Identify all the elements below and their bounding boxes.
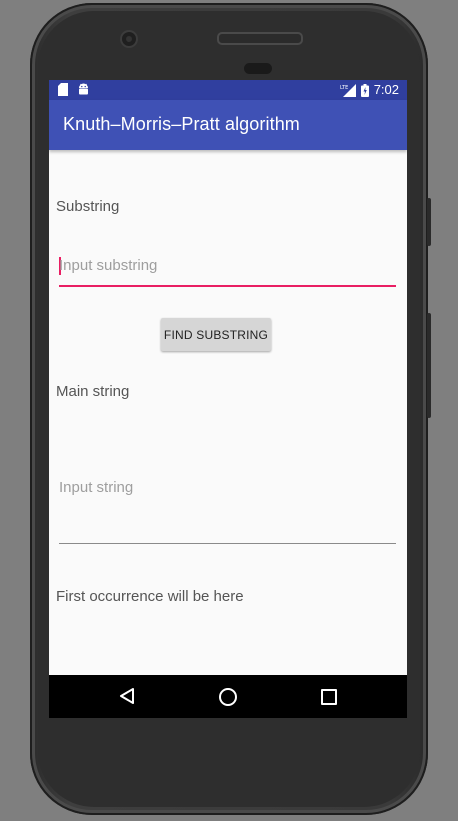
clock: 7:02 [373, 82, 399, 97]
android-icon [79, 83, 88, 95]
find-substring-button[interactable]: FIND SUBSTRING [161, 318, 271, 351]
result-text: First occurrence will be here [56, 588, 244, 605]
status-bar: LTE 7:02 [49, 80, 407, 100]
main-string-field[interactable] [59, 477, 396, 545]
proximity-sensor [244, 63, 272, 74]
earpiece-speaker [217, 32, 303, 45]
substring-field[interactable] [59, 255, 396, 287]
back-icon[interactable] [119, 688, 135, 704]
svg-text:LTE: LTE [340, 85, 348, 91]
sd-card-icon [58, 83, 68, 96]
app-bar: Knuth–Morris–Pratt algorithm [49, 100, 407, 150]
front-camera [122, 32, 136, 46]
navigation-bar [49, 675, 407, 718]
battery-icon [360, 83, 369, 97]
main-string-input[interactable] [59, 477, 396, 497]
lte-signal-icon: LTE [340, 83, 356, 97]
device-screen: LTE 7:02 Knuth–Morris–Pratt algorithm Su… [49, 80, 407, 718]
substring-input[interactable] [59, 255, 396, 275]
home-icon[interactable] [219, 688, 237, 706]
power-button [427, 198, 431, 246]
substring-label: Substring [56, 198, 120, 215]
main-string-label: Main string [56, 383, 130, 400]
app-title: Knuth–Morris–Pratt algorithm [63, 114, 300, 134]
volume-button [427, 313, 431, 418]
recents-icon[interactable] [321, 689, 337, 705]
substring-underline [59, 285, 396, 287]
main-string-underline [59, 543, 396, 544]
